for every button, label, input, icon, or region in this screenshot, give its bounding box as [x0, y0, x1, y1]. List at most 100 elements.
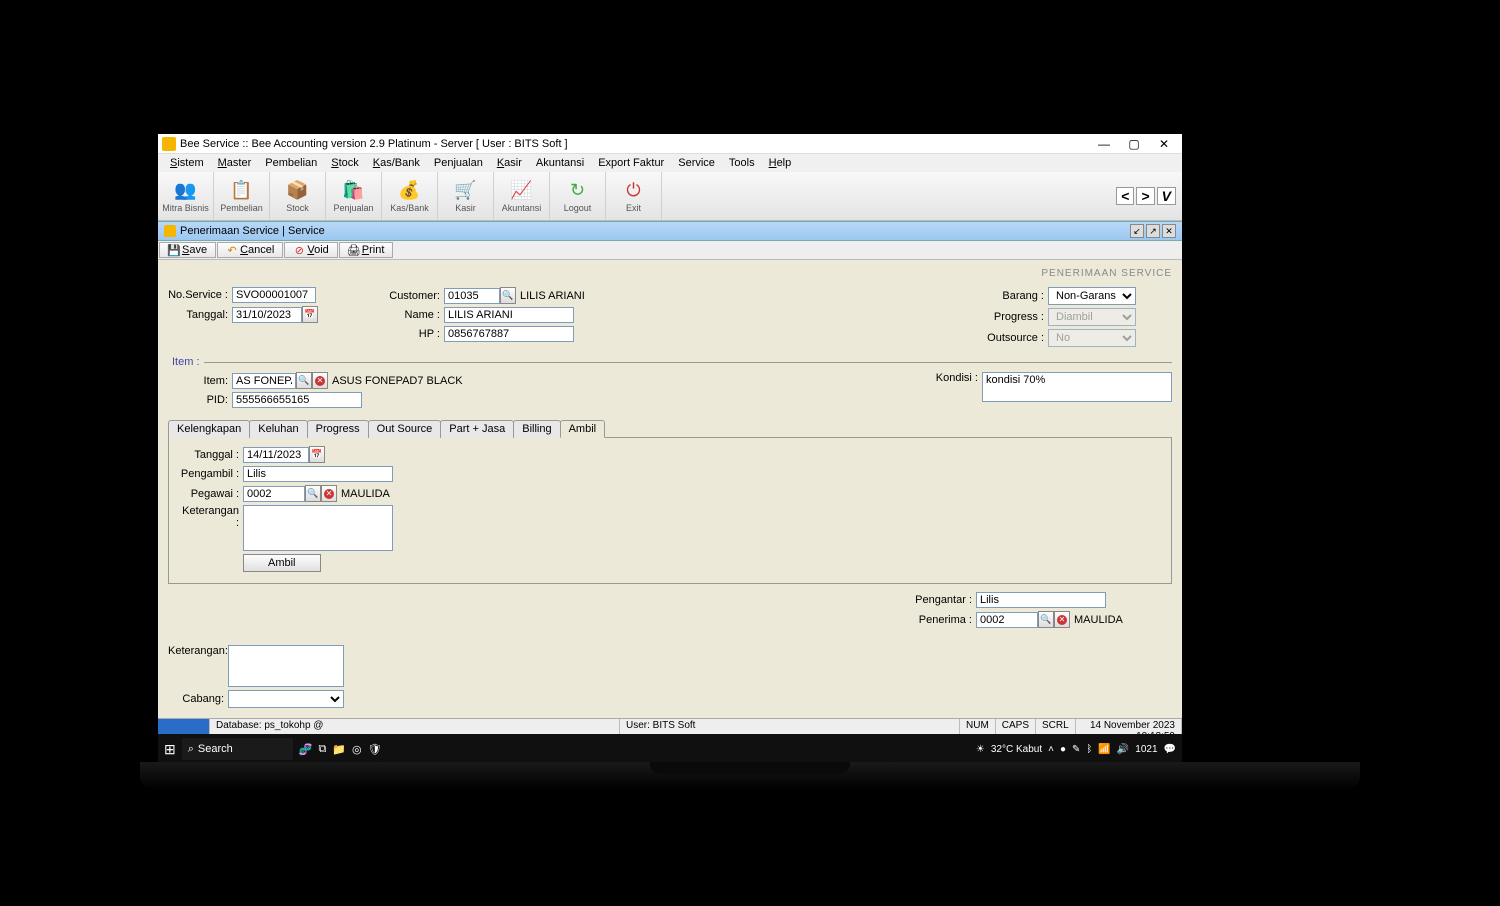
no-service-label: No.Service : [168, 289, 232, 301]
outsource-label: Outsource : [982, 332, 1048, 344]
no-service-input[interactable] [232, 287, 316, 303]
ambil-tanggal-label: Tanggal : [179, 449, 243, 461]
tab-kelengkapan[interactable]: Kelengkapan [168, 420, 250, 438]
customer-code-input[interactable] [444, 288, 500, 304]
footer-keterangan-textarea[interactable] [228, 645, 344, 687]
search-icon[interactable]: 🔍 [305, 485, 321, 502]
tool-mitra-bisnis[interactable]: 👥Mitra Bisnis [158, 172, 214, 220]
menu-pembelian[interactable]: Pembelian [259, 156, 323, 170]
name-input[interactable] [444, 307, 574, 323]
tanggal-input[interactable] [232, 307, 302, 323]
menu-stock[interactable]: Stock [325, 156, 365, 170]
calendar-icon[interactable]: 📅 [309, 446, 325, 463]
ambil-button[interactable]: Ambil [243, 554, 321, 572]
content-area: PENERIMAAN SERVICE No.Service : Tanggal:… [158, 260, 1182, 718]
pid-label: PID: [168, 394, 232, 406]
tool-akuntansi[interactable]: 📈Akuntansi [494, 172, 550, 220]
chart-icon: 📈 [511, 180, 533, 202]
menu-service[interactable]: Service [672, 156, 721, 170]
cabang-select[interactable] [228, 690, 344, 708]
menu-kasir[interactable]: Kasir [491, 156, 528, 170]
minimize-button[interactable]: — [1090, 135, 1118, 153]
kondisi-textarea[interactable]: kondisi 70% [982, 372, 1172, 402]
chrome-icon[interactable]: ◎ [352, 743, 362, 756]
tab-keluhan[interactable]: Keluhan [249, 420, 307, 438]
tab-billing[interactable]: Billing [513, 420, 560, 438]
tab-partjasa[interactable]: Part + Jasa [440, 420, 514, 438]
tray-chevron-icon[interactable]: ˄ [1048, 744, 1054, 755]
status-database: Database: ps_tokohp @ [210, 719, 620, 734]
menubar: Sistem Master Pembelian Stock Kas/Bank P… [158, 154, 1182, 172]
ambil-keterangan-textarea[interactable] [243, 505, 393, 551]
close-button[interactable]: ✕ [1150, 135, 1178, 153]
hp-input[interactable] [444, 326, 574, 342]
penerima-name-text: MAULIDA [1074, 614, 1123, 626]
notifications-icon[interactable]: 💬 [1164, 744, 1176, 755]
tool-stock[interactable]: 📦Stock [270, 172, 326, 220]
explorer-icon[interactable]: 📁 [332, 743, 346, 756]
barang-select[interactable]: Non-Garansi [1048, 287, 1136, 305]
tool-kasir[interactable]: 🛒Kasir [438, 172, 494, 220]
menu-tools[interactable]: Tools [723, 156, 761, 170]
tool-kasbank[interactable]: 💰Kas/Bank [382, 172, 438, 220]
inner-min-icon[interactable]: ↙ [1130, 224, 1144, 238]
menu-help[interactable]: Help [763, 156, 798, 170]
tool-logout[interactable]: ↻Logout [550, 172, 606, 220]
customer-name-text: LILIS ARIANI [520, 290, 585, 302]
volume-icon[interactable]: 🔊 [1117, 744, 1129, 755]
clear-penerima-button[interactable]: ✕ [1054, 611, 1070, 628]
tool-pembelian[interactable]: 📋Pembelian [214, 172, 270, 220]
nav-v-icon[interactable]: V [1157, 187, 1176, 205]
start-icon[interactable]: ⊞ [164, 741, 176, 758]
calendar-icon[interactable]: 📅 [302, 306, 318, 323]
page-heading: PENERIMAAN SERVICE [168, 264, 1172, 287]
tab-outsource[interactable]: Out Source [368, 420, 442, 438]
item-label: Item: [168, 375, 232, 387]
tray-icon[interactable]: ● [1060, 744, 1066, 755]
tab-progress[interactable]: Progress [307, 420, 369, 438]
menu-sistem[interactable]: Sistem [164, 156, 210, 170]
taskbar-app-icon[interactable]: 🧬 [299, 743, 313, 756]
people-icon: 👥 [175, 180, 197, 202]
search-icon[interactable]: 🔍 [296, 372, 312, 389]
inner-close-icon[interactable]: ✕ [1162, 224, 1176, 238]
tool-exit[interactable]: ⏻Exit [606, 172, 662, 220]
tool-penjualan[interactable]: 🛍️Penjualan [326, 172, 382, 220]
cancel-button[interactable]: ↶Cancel [217, 242, 283, 258]
task-view-icon[interactable]: ⧉ [318, 743, 326, 756]
pid-input[interactable] [232, 392, 362, 408]
search-icon[interactable]: 🔍 [1038, 611, 1054, 628]
menu-kasbank[interactable]: Kas/Bank [367, 156, 426, 170]
maximize-button[interactable]: ▢ [1120, 135, 1148, 153]
inner-app-icon [164, 225, 176, 237]
pegawai-label: Pegawai : [179, 488, 243, 500]
inner-max-icon[interactable]: ↗ [1146, 224, 1160, 238]
menu-akuntansi[interactable]: Akuntansi [530, 156, 590, 170]
nav-next-icon[interactable]: > [1136, 187, 1154, 205]
save-button[interactable]: 💾Save [159, 242, 216, 258]
footer-keterangan-label: Keterangan: [168, 645, 228, 657]
penerima-code-input[interactable] [976, 612, 1038, 628]
shield-icon[interactable]: 🛡 [368, 743, 382, 756]
bluetooth-icon[interactable]: ᛒ [1086, 744, 1092, 755]
item-code-input[interactable] [232, 373, 296, 389]
tray-icon[interactable]: ✎ [1072, 744, 1080, 755]
nav-prev-icon[interactable]: < [1116, 187, 1134, 205]
weather-icon[interactable]: ☀ [976, 744, 985, 755]
taskbar-search[interactable]: ⌕Search [182, 738, 293, 760]
pengambil-input[interactable] [243, 466, 393, 482]
pegawai-code-input[interactable] [243, 486, 305, 502]
tab-ambil[interactable]: Ambil [560, 420, 606, 438]
clear-item-button[interactable]: ✕ [312, 372, 328, 389]
void-button[interactable]: ⊘Void [284, 242, 337, 258]
pegawai-name-text: MAULIDA [341, 488, 390, 500]
menu-master[interactable]: Master [212, 156, 258, 170]
print-button[interactable]: 🖨Print [339, 242, 394, 258]
clear-pegawai-button[interactable]: ✕ [321, 485, 337, 502]
search-icon[interactable]: 🔍 [500, 287, 516, 304]
ambil-tanggal-input[interactable] [243, 447, 309, 463]
wifi-icon[interactable]: 📶 [1098, 744, 1110, 755]
pengantar-input[interactable] [976, 592, 1106, 608]
menu-export[interactable]: Export Faktur [592, 156, 670, 170]
menu-penjualan[interactable]: Penjualan [428, 156, 489, 170]
